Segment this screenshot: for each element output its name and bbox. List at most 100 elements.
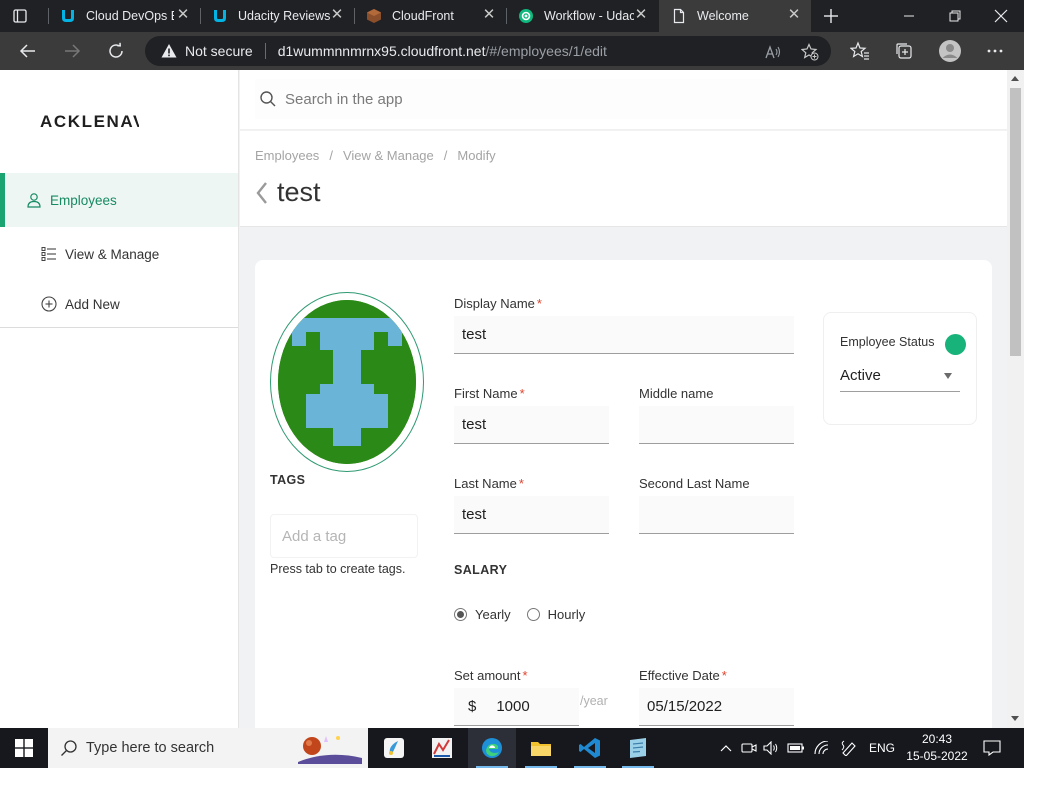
last-name-label: Last Name * xyxy=(454,476,524,491)
sidebar-item-view-manage[interactable]: View & Manage xyxy=(0,227,238,281)
input-language[interactable]: ENG xyxy=(866,728,898,768)
page-scrollbar[interactable] xyxy=(1007,70,1024,728)
first-name-label: First Name * xyxy=(454,386,525,401)
radio-yearly[interactable]: Yearly xyxy=(454,607,511,622)
last-name-field[interactable]: test xyxy=(454,496,609,534)
radio-button[interactable] xyxy=(526,608,540,621)
employee-edit-card: TAGS Press tab to create tags. Display N… xyxy=(255,260,992,728)
required-mark: * xyxy=(518,476,524,491)
browser-tab-cloud-devops[interactable]: Cloud DevOps E ✕ xyxy=(48,0,200,32)
edge-icon xyxy=(482,738,502,758)
app-logo[interactable]: ACKLENAVENUE xyxy=(40,112,139,132)
minimize-button[interactable] xyxy=(886,0,932,32)
employee-status-select[interactable]: Active xyxy=(840,359,960,392)
browser-tab-welcome[interactable]: Welcome ✕ xyxy=(659,0,811,32)
scrollbar-thumb[interactable] xyxy=(1010,88,1021,356)
browser-tab-udacity-reviews[interactable]: Udacity Reviews ✕ xyxy=(200,0,354,32)
start-button[interactable] xyxy=(0,728,48,768)
add-favorite-icon[interactable] xyxy=(801,43,819,61)
second-last-name-field[interactable] xyxy=(639,496,794,534)
close-tab-icon[interactable]: ✕ xyxy=(787,7,801,22)
refresh-button[interactable] xyxy=(102,37,130,65)
search-input[interactable] xyxy=(285,90,725,108)
sidebar-item-employees[interactable]: Employees xyxy=(0,173,238,227)
taskbar-app-paint[interactable] xyxy=(370,728,418,768)
amount-field[interactable]: $ 1000 xyxy=(454,688,579,726)
notification-icon xyxy=(983,740,1001,756)
notes-icon xyxy=(630,738,646,758)
middle-name-label: Middle name xyxy=(639,386,714,401)
tab-title: Workflow - Udac xyxy=(544,9,634,23)
address-bar[interactable]: Not secure d1wummnnmrnx95.cloudfront.net… xyxy=(145,36,831,66)
radio-hourly[interactable]: Hourly xyxy=(526,607,586,622)
breadcrumb-view-manage[interactable]: View & Manage xyxy=(343,148,434,163)
clock-date: 15-05-2022 xyxy=(906,749,968,763)
caret-down-icon xyxy=(944,373,952,379)
browser-tab-cloudfront[interactable]: CloudFront ✕ xyxy=(354,0,506,32)
employee-status-box: Employee Status Active xyxy=(823,312,977,425)
taskbar-app-vscode[interactable] xyxy=(566,728,614,768)
profile-avatar[interactable] xyxy=(938,39,962,63)
restore-button[interactable] xyxy=(932,0,978,32)
breadcrumb-separator: / xyxy=(329,148,333,163)
taskbar-app-chart[interactable] xyxy=(418,728,466,768)
paint-icon xyxy=(384,738,404,758)
sidebar-item-add-new[interactable]: Add New xyxy=(0,277,238,331)
favorites-icon[interactable] xyxy=(850,41,870,61)
system-clock[interactable]: 20:43 15-05-2022 xyxy=(900,731,974,765)
display-name-value: test xyxy=(462,326,487,343)
new-tab-button[interactable] xyxy=(808,0,854,32)
taskbar-app-file-explorer[interactable] xyxy=(517,728,565,768)
close-tab-icon[interactable]: ✕ xyxy=(176,7,190,22)
battery-icon[interactable] xyxy=(786,728,806,768)
forward-button[interactable] xyxy=(58,37,86,65)
middle-name-field[interactable] xyxy=(639,406,794,444)
scroll-down-icon[interactable] xyxy=(1011,716,1019,721)
cloudfront-icon xyxy=(366,8,382,24)
avatar-frame[interactable] xyxy=(270,292,424,472)
tray-overflow-icon[interactable] xyxy=(716,728,736,768)
list-icon xyxy=(40,245,58,263)
notifications-button[interactable] xyxy=(978,728,1006,768)
wifi-icon[interactable] xyxy=(812,728,832,768)
breadcrumb-employees[interactable]: Employees xyxy=(255,148,319,163)
taskbar-app-edge[interactable] xyxy=(468,728,516,768)
status-value: Active xyxy=(840,366,881,384)
minimize-icon xyxy=(904,15,914,17)
udacity-icon xyxy=(60,8,76,24)
active-indicator xyxy=(574,766,606,768)
close-window-button[interactable] xyxy=(978,0,1024,32)
volume-icon[interactable] xyxy=(762,728,780,768)
active-indicator xyxy=(622,766,654,768)
collections-icon[interactable] xyxy=(894,41,914,61)
pen-icon[interactable] xyxy=(838,728,860,768)
page-title-row: test xyxy=(255,177,321,208)
scroll-up-icon[interactable] xyxy=(1011,76,1019,81)
browser-tab-strip: Cloud DevOps E ✕ Udacity Reviews ✕ Cloud… xyxy=(0,0,1024,32)
display-name-field[interactable]: test xyxy=(454,316,794,354)
radio-label: Hourly xyxy=(547,607,586,622)
first-name-field[interactable]: test xyxy=(454,406,609,444)
meet-now-icon[interactable] xyxy=(740,728,758,768)
refresh-icon xyxy=(109,42,123,58)
close-tab-icon[interactable]: ✕ xyxy=(634,7,648,22)
taskbar-app-notes[interactable] xyxy=(614,728,662,768)
warning-icon[interactable] xyxy=(161,43,177,59)
back-button[interactable] xyxy=(14,37,42,65)
close-tab-icon[interactable]: ✕ xyxy=(482,7,496,22)
taskbar-search[interactable]: Type here to search xyxy=(48,728,368,768)
restore-icon xyxy=(949,10,961,22)
arrow-right-icon xyxy=(65,44,81,58)
radio-button-checked[interactable] xyxy=(454,608,467,621)
close-tab-icon[interactable]: ✕ xyxy=(330,7,344,22)
url-path: /#/employees/1/edit xyxy=(485,43,607,59)
effective-date-field[interactable]: 05/15/2022 xyxy=(639,688,794,726)
chevron-left-icon[interactable] xyxy=(255,181,269,205)
search-highlight-icon xyxy=(298,732,362,768)
read-aloud-icon[interactable] xyxy=(764,43,782,61)
tab-actions-button[interactable] xyxy=(0,0,48,32)
browser-tab-workflow[interactable]: Workflow - Udac ✕ xyxy=(506,0,658,32)
tag-input[interactable] xyxy=(282,527,412,545)
more-menu-icon[interactable] xyxy=(985,41,1005,61)
display-name-label: Display Name * xyxy=(454,296,542,311)
